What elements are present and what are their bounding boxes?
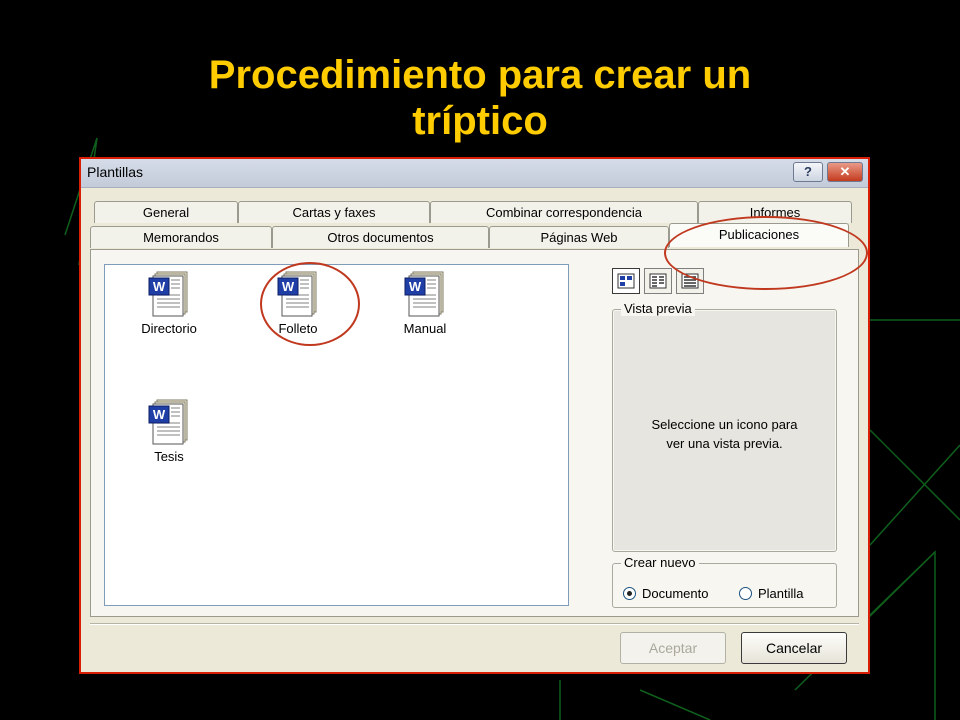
preview-group: Vista previa Seleccione un icono para ve… [612,301,837,552]
template-label: Manual [403,321,447,336]
details-view-icon [681,273,699,289]
dialog-title: Plantillas [87,164,144,180]
radio-documento-label: Documento [642,586,709,601]
radio-plantilla-indicator[interactable] [739,587,752,600]
template-label: Tesis [154,449,184,464]
word-document-icon [404,271,444,317]
templates-list[interactable]: Directorio Folleto Manual Tesis [104,264,569,606]
template-item-manual[interactable]: Manual [370,268,480,336]
slide-title-line-2: tríptico [412,99,548,143]
slide-title: Procedimiento para crear un tríptico [0,52,960,144]
large-icons-view-icon [617,273,635,289]
details-view-button[interactable] [676,268,704,294]
create-new-legend: Crear nuevo [621,555,699,570]
template-label: Directorio [141,321,197,336]
template-label: Folleto [278,321,318,336]
close-button[interactable]: ✕ [827,162,863,182]
create-new-group: Crear nuevo Documento Plantilla [612,555,837,608]
list-view-button[interactable] [644,268,672,294]
radio-plantilla-label: Plantilla [758,586,804,601]
dialog-titlebar[interactable]: Plantillas ? ✕ [81,159,868,188]
preview-message-line-1: Seleccione un icono para [651,417,798,432]
slide-title-line-1: Procedimiento para crear un [208,53,752,97]
tab-publicaciones[interactable]: Publicaciones [669,223,849,247]
tab-cartas-y-faxes[interactable]: Cartas y faxes [238,201,430,223]
cancelar-button[interactable]: Cancelar [741,632,847,664]
list-view-icon [649,273,667,289]
templates-dialog: Plantillas ? ✕ General Cartas y faxes Co… [79,157,870,674]
button-separator [90,623,859,625]
template-item-tesis[interactable]: Tesis [114,396,224,464]
radio-documento[interactable]: Documento [623,586,708,601]
preview-message-line-2: ver una vista previa. [666,436,783,451]
radio-plantilla[interactable]: Plantilla [739,586,804,601]
tab-paginas-web[interactable]: Páginas Web [489,226,669,248]
large-icons-view-button[interactable] [612,268,640,294]
help-button[interactable]: ? [793,162,823,182]
word-document-icon [148,271,188,317]
aceptar-button[interactable]: Aceptar [620,632,726,664]
word-document-icon [148,399,188,445]
tab-general[interactable]: General [94,201,238,223]
tab-informes[interactable]: Informes [698,201,852,223]
radio-documento-indicator[interactable] [623,587,636,600]
word-document-icon [277,271,317,317]
preview-message: Seleccione un icono para ver una vista p… [613,415,836,453]
close-icon: ✕ [839,164,851,179]
help-icon: ? [804,164,812,179]
template-item-folleto[interactable]: Folleto [243,268,353,336]
tab-otros-documentos[interactable]: Otros documentos [272,226,489,248]
tab-combinar-correspondencia[interactable]: Combinar correspondencia [430,201,698,223]
preview-legend: Vista previa [621,301,695,316]
tab-memorandos[interactable]: Memorandos [90,226,272,248]
template-item-directorio[interactable]: Directorio [114,268,224,336]
